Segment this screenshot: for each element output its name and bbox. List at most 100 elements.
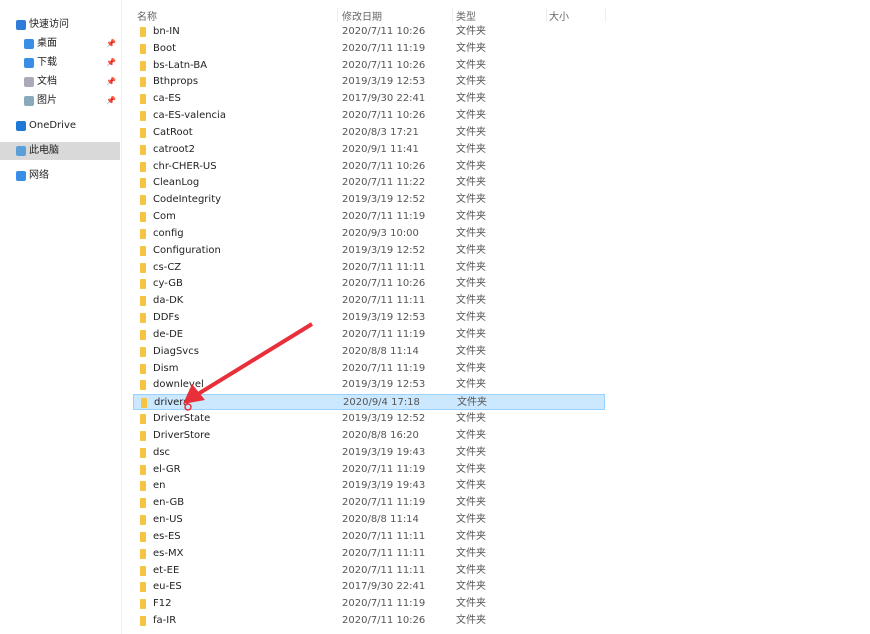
file-date: 2020/9/1 11:41 (342, 143, 419, 155)
file-name: Com (153, 211, 176, 223)
desktop-folder-icon (24, 39, 34, 49)
file-row[interactable]: en-US 2020/8/8 11:14 文件夹 (133, 512, 605, 528)
file-row[interactable]: el-GR 2020/7/11 11:19 文件夹 (133, 462, 605, 478)
file-name: eu-ES (153, 581, 182, 593)
file-row[interactable]: Configuration 2019/3/19 12:52 文件夹 (133, 243, 605, 259)
file-row[interactable]: chr-CHER-US 2020/7/11 10:26 文件夹 (133, 159, 605, 175)
file-row[interactable]: catroot2 2020/9/1 11:41 文件夹 (133, 142, 605, 158)
file-name: Configuration (153, 244, 221, 256)
file-row[interactable]: F12 2020/7/11 11:19 文件夹 (133, 596, 605, 612)
file-row[interactable]: DriverState 2019/3/19 12:52 文件夹 (133, 411, 605, 427)
folder-icon (140, 262, 146, 273)
file-name: cs-CZ (153, 261, 182, 273)
file-date: 2020/8/3 17:21 (342, 126, 419, 138)
file-name: en-US (153, 514, 183, 526)
file-type: 文件夹 (456, 211, 486, 223)
file-date: 2020/7/11 10:26 (342, 615, 426, 627)
file-type: 文件夹 (456, 581, 486, 593)
sidebar-item-6[interactable]: 此电脑 (0, 142, 120, 160)
file-row[interactable]: cy-GB 2020/7/11 10:26 文件夹 (133, 276, 605, 292)
file-type: 文件夹 (456, 547, 486, 559)
file-row[interactable]: ca-ES-valencia 2020/7/11 10:26 文件夹 (133, 108, 605, 124)
folder-icon (140, 582, 146, 593)
file-date: 2019/3/19 19:43 (342, 446, 426, 458)
file-row[interactable]: DDFs 2019/3/19 12:53 文件夹 (133, 310, 605, 326)
file-row[interactable]: CodeIntegrity 2019/3/19 12:52 文件夹 (133, 192, 605, 208)
file-row[interactable]: DriverStore 2020/8/8 16:20 文件夹 (133, 428, 605, 444)
file-row[interactable]: es-ES 2020/7/11 11:11 文件夹 (133, 529, 605, 545)
pictures-folder-icon (24, 96, 34, 106)
file-name: cy-GB (153, 278, 183, 290)
file-row[interactable]: fa-IR 2020/7/11 10:26 文件夹 (133, 613, 605, 629)
file-row[interactable]: downlevel 2019/3/19 12:53 文件夹 (133, 377, 605, 393)
file-row[interactable]: bn-IN 2020/7/11 10:26 文件夹 (133, 24, 605, 40)
folder-icon (140, 212, 146, 223)
file-row[interactable]: config 2020/9/3 10:00 文件夹 (133, 226, 605, 242)
file-row[interactable]: da-DK 2020/7/11 11:11 文件夹 (133, 293, 605, 309)
file-row[interactable]: DiagSvcs 2020/8/8 11:14 文件夹 (133, 344, 605, 360)
file-type: 文件夹 (456, 598, 486, 610)
folder-icon (140, 464, 146, 475)
folder-icon (140, 94, 146, 105)
sidebar-item-4[interactable]: 图片 📌 (0, 92, 120, 110)
sidebar-item-label: 图片 (37, 95, 57, 106)
file-row[interactable]: Dism 2020/7/11 11:19 文件夹 (133, 361, 605, 377)
column-name[interactable]: 名称 (137, 8, 338, 23)
navigation-pane: 快速访问 桌面 📌 下载 📌 文档 📌 图片 📌 OneDrive 此电脑 网络 (0, 0, 122, 634)
file-row[interactable]: bs-Latn-BA 2020/7/11 10:26 文件夹 (133, 58, 605, 74)
star-icon (16, 20, 26, 30)
file-row[interactable]: et-EE 2020/7/11 11:11 文件夹 (133, 563, 605, 579)
file-type: 文件夹 (456, 564, 486, 576)
pin-icon[interactable]: 📌 (106, 35, 116, 53)
file-row[interactable]: Com 2020/7/11 11:19 文件夹 (133, 209, 605, 225)
file-type: 文件夹 (456, 446, 486, 458)
file-name: el-GR (153, 463, 181, 475)
file-row[interactable]: cs-CZ 2020/7/11 11:11 文件夹 (133, 260, 605, 276)
file-row[interactable]: CleanLog 2020/7/11 11:22 文件夹 (133, 175, 605, 191)
column-date[interactable]: 修改日期 (342, 8, 453, 23)
file-name: CleanLog (153, 177, 200, 189)
file-date: 2019/3/19 12:52 (342, 413, 426, 425)
file-row[interactable]: es-MX 2020/7/11 11:11 文件夹 (133, 546, 605, 562)
file-row[interactable]: ca-ES 2017/9/30 22:41 文件夹 (133, 91, 605, 107)
folder-icon (140, 77, 146, 88)
file-row[interactable]: en 2019/3/19 19:43 文件夹 (133, 478, 605, 494)
file-row[interactable]: en-GB 2020/7/11 11:19 文件夹 (133, 495, 605, 511)
file-row[interactable]: Bthprops 2019/3/19 12:53 文件夹 (133, 74, 605, 90)
file-row[interactable]: Boot 2020/7/11 11:19 文件夹 (133, 41, 605, 57)
sidebar-item-label: 桌面 (37, 38, 57, 49)
file-type: 文件夹 (456, 194, 486, 206)
file-date: 2020/7/11 11:11 (342, 564, 426, 576)
file-row[interactable]: drivers 2020/9/4 17:18 文件夹 (133, 394, 605, 411)
column-size[interactable]: 大小 (549, 8, 606, 23)
file-name: bn-IN (153, 26, 180, 37)
file-date: 2020/8/8 16:20 (342, 429, 419, 441)
sidebar-item-7[interactable]: 网络 (0, 167, 120, 185)
folder-icon (140, 245, 146, 256)
sidebar-item-0[interactable]: 快速访问 (0, 16, 120, 34)
file-row[interactable]: CatRoot 2020/8/3 17:21 文件夹 (133, 125, 605, 141)
file-date: 2020/8/8 11:14 (342, 345, 419, 357)
file-row[interactable]: de-DE 2020/7/11 11:19 文件夹 (133, 327, 605, 343)
file-date: 2020/7/11 10:26 (342, 278, 426, 290)
pin-icon[interactable]: 📌 (106, 92, 116, 110)
sidebar-item-2[interactable]: 下载 📌 (0, 54, 120, 72)
pin-icon[interactable]: 📌 (106, 54, 116, 72)
folder-icon (140, 616, 146, 627)
file-row[interactable]: dsc 2019/3/19 19:43 文件夹 (133, 445, 605, 461)
sidebar-item-label: 文档 (37, 76, 57, 87)
column-type[interactable]: 类型 (456, 8, 547, 23)
file-date: 2020/7/11 11:22 (342, 177, 426, 189)
file-type: 文件夹 (456, 345, 486, 357)
file-name: Bthprops (153, 76, 199, 88)
folder-icon (140, 27, 146, 37)
file-name: drivers (154, 397, 189, 409)
sidebar-item-5[interactable]: OneDrive (0, 117, 120, 135)
sidebar-item-1[interactable]: 桌面 📌 (0, 35, 120, 53)
pin-icon[interactable]: 📌 (106, 73, 116, 91)
file-type: 文件夹 (456, 59, 486, 71)
file-row[interactable]: eu-ES 2017/9/30 22:41 文件夹 (133, 579, 605, 595)
sidebar-item-3[interactable]: 文档 📌 (0, 73, 120, 91)
file-name: dsc (153, 446, 171, 458)
file-type: 文件夹 (457, 397, 487, 409)
